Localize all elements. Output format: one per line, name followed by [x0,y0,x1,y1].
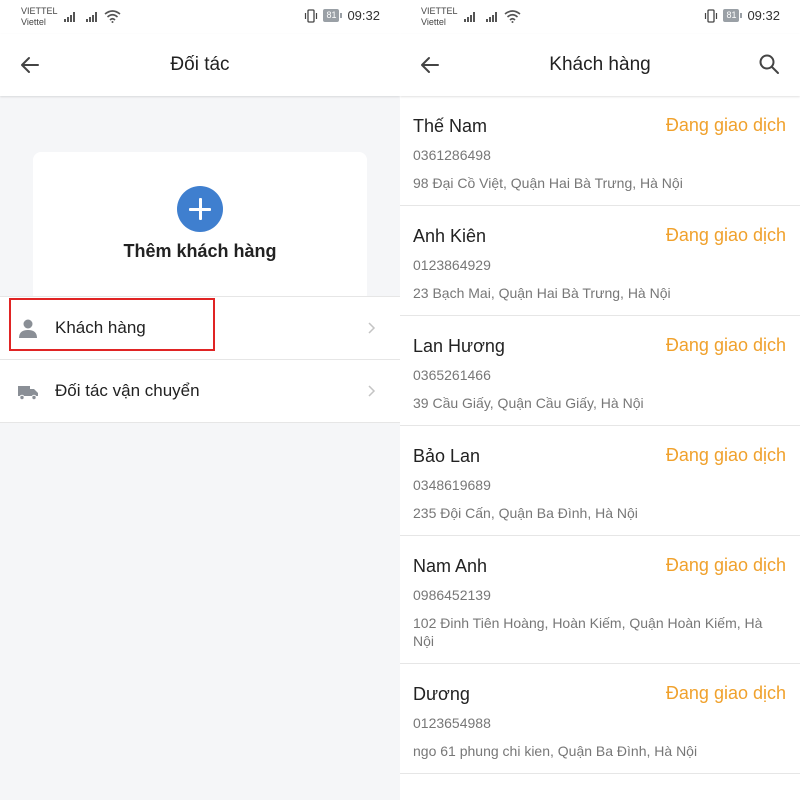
app-bar: Khách hàng [400,34,800,96]
customer-address: 98 Đại Cồ Việt, Quận Hai Bà Trưng, Hà Nộ… [413,175,683,191]
signal-icon [486,12,497,22]
customer-address: 23 Bạch Mai, Quận Hai Bà Trưng, Hà Nội [413,285,671,301]
app-bar: Đối tác [0,34,400,96]
add-customer-card[interactable]: Thêm khách hàng [33,152,367,302]
customer-address: ngo 61 phung chi kien, Quận Ba Đình, Hà … [413,743,698,759]
wifi-icon [104,10,121,23]
signal-icon [64,12,75,22]
customer-address: 235 Đội Cấn, Quận Ba Đình, Hà Nội [413,505,638,521]
status-badge: Đang giao dịch [665,115,786,135]
partner-menu: Khách hàng Đối tác vận chuyển [0,296,400,423]
clock: 09:32 [347,8,380,23]
signal-icon [86,12,97,22]
vibrate-icon [705,8,718,23]
menu-item-label: Đối tác vận chuyển [55,381,200,400]
add-customer-label: Thêm khách hàng [123,241,277,261]
customers-screen: VIETTEL Viettel 81 09:32 Khách hàng Thế … [400,0,800,800]
carrier-bottom: Viettel [21,17,46,27]
customer-phone: 0123864929 [413,257,491,273]
customer-phone: 0348619689 [413,477,491,493]
carrier-info: VIETTEL Viettel [421,6,458,28]
list-item[interactable]: Anh Kiên Đang giao dịch 0123864929 23 Bạ… [400,206,800,316]
wifi-icon [504,10,521,23]
signal-icon [464,12,475,22]
list-item[interactable]: Dương Đang giao dịch 0123654988 ngo 61 p… [400,664,800,774]
status-bar: VIETTEL Viettel 81 09:32 [400,0,800,34]
partners-screen: VIETTEL Viettel 81 09:32 Đối tác Thêm kh… [0,0,400,800]
menu-item-customers[interactable]: Khách hàng [0,297,400,360]
list-item[interactable]: Lan Hương Đang giao dịch 0365261466 39 C… [400,316,800,426]
list-item[interactable]: Bảo Lan Đang giao dịch 0348619689 235 Độ… [400,426,800,536]
carrier-bottom: Viettel [421,17,446,27]
plus-icon[interactable] [177,186,223,232]
truck-icon [18,386,38,401]
menu-item-shipping-partners[interactable]: Đối tác vận chuyển [0,360,400,423]
status-badge: Đang giao dịch [665,445,786,465]
carrier-top: VIETTEL [421,6,458,16]
page-title: Đối tác [170,54,230,75]
customer-phone: 0986452139 [413,587,491,603]
customer-phone: 0361286498 [413,147,491,163]
carrier-top: VIETTEL [21,6,58,16]
status-bar: VIETTEL Viettel 81 09:32 [0,0,400,34]
search-icon[interactable] [758,53,780,75]
status-badge: Đang giao dịch [665,683,786,703]
clock: 09:32 [747,8,780,23]
carrier-info: VIETTEL Viettel [21,6,58,28]
status-badge: Đang giao dịch [665,555,786,575]
battery-indicator: 81 [723,9,743,22]
customer-address: 102 Đinh Tiên Hoàng, Hoàn Kiếm, Quận Hoà… [413,615,763,649]
list-item[interactable]: Thế Nam Đang giao dịch 0361286498 98 Đại… [400,96,800,206]
customer-phone: 0365261466 [413,367,491,383]
status-badge: Đang giao dịch [665,335,786,355]
status-right: 81 09:32 [304,8,380,23]
person-icon [19,319,37,338]
status-badge: Đang giao dịch [665,225,786,245]
chevron-right-icon [368,322,376,334]
page-title: Khách hàng [549,54,651,75]
vibrate-icon [305,8,318,23]
customer-list: Thế Nam Đang giao dịch 0361286498 98 Đại… [400,96,800,774]
customer-phone: 0123654988 [413,715,491,731]
customer-address: 39 Cầu Giấy, Quận Cầu Giấy, Hà Nội [413,395,644,411]
chevron-right-icon [368,385,376,397]
status-right: 81 09:32 [704,8,780,23]
list-item[interactable]: Nam Anh Đang giao dịch 0986452139 102 Đi… [400,536,800,664]
battery-indicator: 81 [323,9,343,22]
menu-item-label: Khách hàng [55,318,146,337]
